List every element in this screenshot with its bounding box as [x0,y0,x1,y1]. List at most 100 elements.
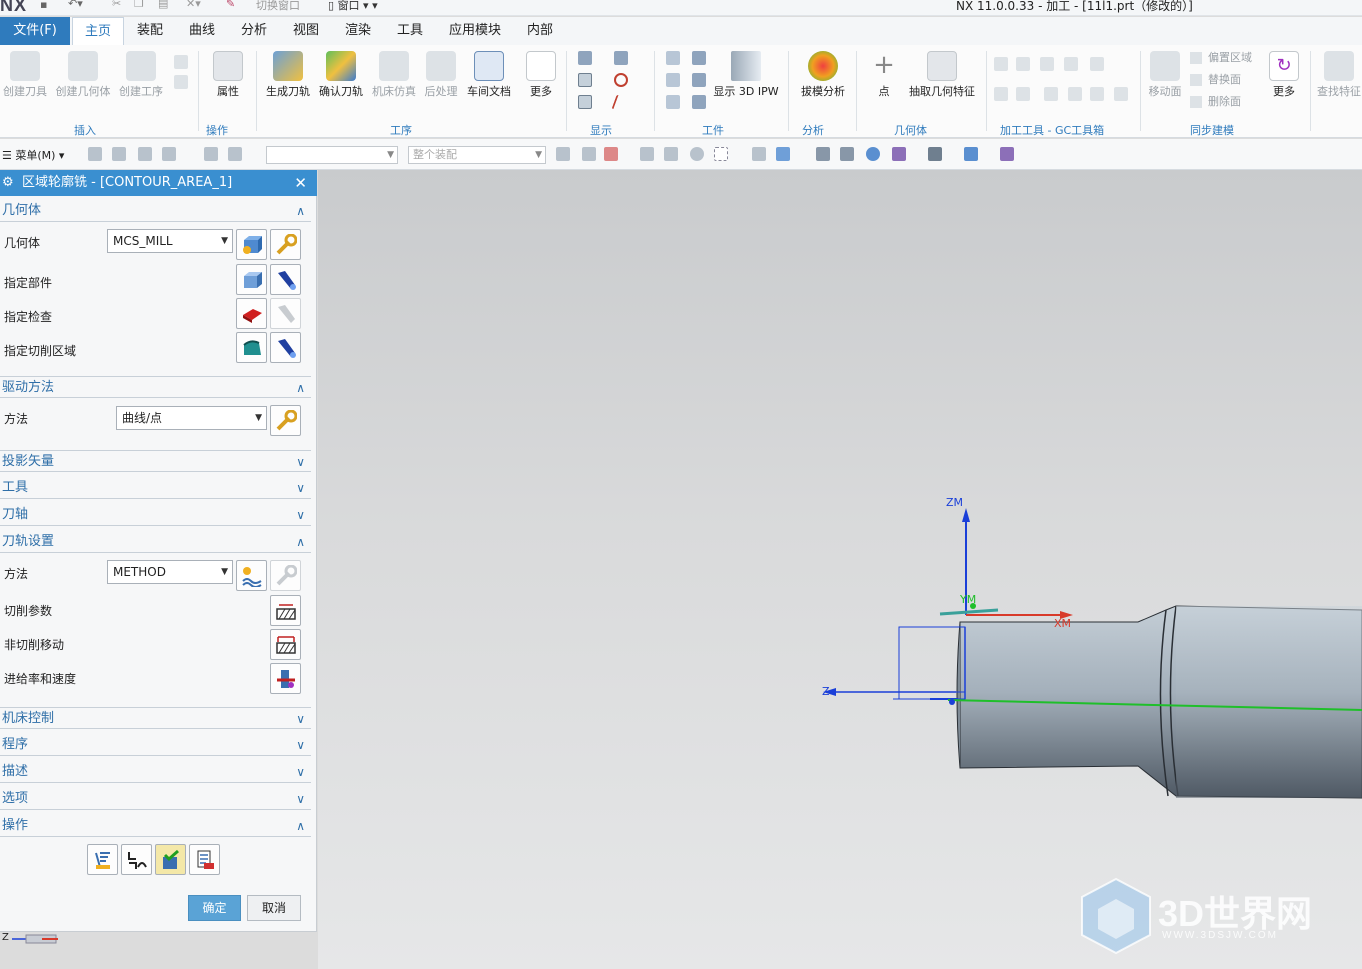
close-icon[interactable]: ✕ [294,170,307,196]
gc-tool-icon-11[interactable] [1114,87,1128,101]
section-geometry[interactable]: 几何体 ∧ [0,200,311,222]
paste-icon[interactable]: ▤ [158,0,168,11]
selection-icon-5[interactable] [204,147,218,161]
snap-icon-5[interactable] [664,147,678,161]
save-icon[interactable]: ▪ [40,0,47,12]
selection-icon-1[interactable] [88,147,102,161]
postprocess-button[interactable]: 后处理 [422,51,460,99]
repeat-command-icon[interactable]: ✎ [226,0,235,11]
show-3d-ipw-button[interactable]: 显示 3D IPW [712,51,780,99]
section-program[interactable]: 程序 ∨ [0,734,311,756]
section-options[interactable]: 选项 ∨ [0,788,311,810]
tab-assembly[interactable]: 装配 [128,17,172,45]
select-part-button[interactable] [236,264,267,295]
render-style-icon[interactable] [928,147,942,161]
offset-region-button[interactable]: 偏置区域 [1190,49,1260,65]
orient-view-icon[interactable] [892,147,906,161]
machine-simulation-button[interactable]: 机床仿真 [370,51,418,99]
copy-icon[interactable]: ❐ [134,0,144,11]
section-projection-vector[interactable]: 投影矢量 ∨ [0,450,311,472]
workpiece-icon-1[interactable] [666,51,680,65]
section-actions[interactable]: 操作 ∧ [0,815,311,837]
menu-button[interactable]: ☰ 菜单(M) ▾ [2,147,64,163]
snap-icon-3[interactable] [604,147,618,161]
tab-curve[interactable]: 曲线 [180,17,224,45]
gc-tool-icon-6[interactable] [994,87,1008,101]
switch-window-button[interactable]: 切换窗口 [256,0,300,12]
gc-tool-icon-5[interactable] [1090,57,1104,71]
snap-icon-7[interactable] [714,147,728,161]
fit-view-icon[interactable] [816,147,830,161]
verify-toolpath-button[interactable]: 确认刀轨 [318,51,364,99]
edit-geometry-button[interactable] [270,229,301,260]
view-cube-icon-2[interactable] [776,147,790,161]
gc-tool-icon-2[interactable] [1016,57,1030,71]
replay-action-button[interactable] [121,844,152,875]
show-cut-area-icon[interactable] [578,95,592,109]
replay-toolpath-icon[interactable] [578,73,592,87]
show-hide-icon[interactable] [1000,147,1014,161]
section-drive-method[interactable]: 驱动方法 ∧ [0,376,311,398]
section-tool[interactable]: 工具 ∨ [0,477,311,499]
gc-tool-icon-9[interactable] [1068,87,1082,101]
gc-tool-icon-8[interactable] [1044,87,1058,101]
section-tool-axis[interactable]: 刀轴 ∨ [0,504,311,526]
workpiece-icon-2[interactable] [692,51,706,65]
workpiece-icon-4[interactable] [692,73,706,87]
shop-documentation-button[interactable]: 车间文档 [464,51,514,99]
gc-tool-icon-10[interactable] [1090,87,1104,101]
gc-tool-icon-4[interactable] [1064,57,1078,71]
display-toggle-icon[interactable] [578,51,592,65]
delete-icon[interactable]: ✕▾ [186,0,201,11]
type-filter-dropdown[interactable]: ▼ [266,146,398,164]
display-cut-area-button[interactable] [270,332,301,363]
rotate-icon[interactable] [866,147,880,161]
selection-icon-2[interactable] [112,147,126,161]
window-menu-button[interactable]: ▯ 窗口 ▾ ▾ [328,0,378,12]
graphics-viewport[interactable]: ZM XM YM Z [318,170,1362,969]
tab-application[interactable]: 应用模块 [442,17,508,45]
non-cutting-moves-button[interactable] [270,629,301,660]
selection-icon-6[interactable] [228,147,242,161]
gc-tool-icon-7[interactable] [1016,87,1030,101]
create-geometry-button[interactable]: 创建几何体 [54,51,112,99]
tab-file[interactable]: 文件(F) [0,17,70,45]
edit-method-button[interactable] [270,560,301,591]
snap-icon-1[interactable] [556,147,570,161]
extract-geometry-button[interactable]: 抽取几何特征 [906,51,978,99]
edit-object-display-icon[interactable] [964,147,978,161]
snap-icon-6[interactable] [690,147,704,161]
delete-face-button[interactable]: 删除面 [1190,93,1250,109]
undo-icon[interactable]: ↶▾ [68,0,83,11]
cut-parameters-button[interactable] [270,595,301,626]
tab-internal[interactable]: 内部 [518,17,562,45]
section-path-settings[interactable]: 刀轨设置 ∧ [0,531,311,553]
snap-icon-4[interactable] [640,147,654,161]
tab-tools[interactable]: 工具 [388,17,432,45]
replace-face-button[interactable]: 替换面 [1190,71,1250,87]
target-icon[interactable] [614,73,628,87]
drive-method-dropdown[interactable]: 曲线/点 ▼ [116,406,267,430]
workpiece-icon-5[interactable] [666,95,680,109]
create-operation-button[interactable]: 创建工序 [116,51,166,99]
select-cut-area-button[interactable] [236,332,267,363]
tab-home[interactable]: 主页 [72,17,124,45]
draft-analysis-button[interactable]: 拔模分析 [798,51,848,99]
zoom-icon[interactable] [840,147,854,161]
feeds-speeds-button[interactable] [270,663,301,694]
new-method-button[interactable] [236,560,267,591]
gc-tool-icon-3[interactable] [1040,57,1054,71]
show-curve-icon[interactable] [611,95,631,109]
gc-tool-icon-1[interactable] [994,57,1008,71]
find-feature-button[interactable]: 查找特征 [1316,51,1362,99]
assembly-scope-dropdown[interactable]: 整个装配 ▼ [408,146,546,164]
cut-icon[interactable]: ✂ [112,0,121,11]
new-geometry-button[interactable] [236,229,267,260]
section-description[interactable]: 描述 ∨ [0,761,311,783]
create-tool-button[interactable]: 创建刀具 [2,51,48,99]
workpiece-icon-6[interactable] [692,95,706,109]
workpiece-icon-3[interactable] [666,73,680,87]
selection-icon-4[interactable] [162,147,176,161]
view-cube-icon-1[interactable] [752,147,766,161]
display-check-button[interactable] [270,298,301,329]
